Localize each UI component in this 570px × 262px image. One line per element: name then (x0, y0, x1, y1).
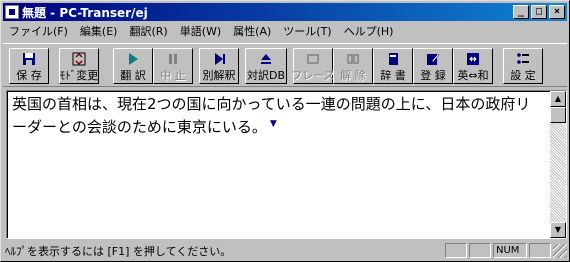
menu-file[interactable]: ファイル(F) (3, 23, 74, 39)
toolbar: 保 存 ﾓﾄﾞ変更 翻 訳 中 止 別解釈 対訳DB フレーズ 解 除 辞 書 … (3, 43, 567, 87)
close-button[interactable]: × (549, 5, 565, 19)
menu-edit[interactable]: 編集(E) (74, 23, 124, 39)
status-num: NUM (493, 243, 527, 258)
direction-button[interactable]: 英⇔和 (453, 48, 493, 84)
settings-button[interactable]: 設 定 (503, 48, 543, 84)
mode-icon (72, 52, 86, 66)
phrase-icon (307, 54, 319, 64)
status-pane-1 (445, 243, 467, 258)
scroll-thumb[interactable] (550, 107, 566, 123)
app-icon[interactable] (5, 5, 19, 19)
stop-button[interactable]: 中 止 (153, 48, 193, 84)
register-label: 登 録 (420, 69, 446, 82)
play-icon (129, 53, 138, 65)
title-bar[interactable]: 無題 - PC-Transer/ej _ □ × (3, 3, 567, 21)
translation-text-area[interactable]: 英国の首相は、現在2つの国に向かっている一連の問題の上に、日本の政府リーダーとの… (6, 90, 567, 239)
menu-bar: ファイル(F) 編集(E) 翻訳(R) 単語(W) 属性(A) ツール(T) ヘ… (3, 22, 567, 40)
menu-translate[interactable]: 翻訳(R) (123, 23, 173, 39)
mode-change-button[interactable]: ﾓﾄﾞ変更 (59, 48, 99, 84)
maximize-button[interactable]: □ (531, 5, 547, 19)
text-cursor-icon: ▼ (269, 119, 277, 129)
status-help-text: ﾍﾙﾌﾟを表示するには [F1] を押してください。 (5, 244, 232, 258)
register-button[interactable]: 登 録 (413, 48, 453, 84)
release-label: 解 除 (340, 69, 366, 82)
book-icon (389, 53, 398, 65)
minimize-button[interactable]: _ (513, 5, 529, 19)
save-button[interactable]: 保 存 (9, 48, 49, 84)
alt-translation-button[interactable]: 別解釈 (199, 48, 239, 84)
vertical-scrollbar[interactable]: ▲ ▼ (550, 91, 566, 238)
step-play-icon (215, 53, 225, 65)
floppy-disk-icon (23, 53, 35, 65)
save-label: 保 存 (16, 69, 42, 82)
document-text-block[interactable]: 英国の首相は、現在2つの国に向かっている一連の問題の上に、日本の政府リーダーとの… (12, 94, 542, 137)
document-text: 英国の首相は、現在2つの国に向かっている一連の問題の上に、日本の政府リーダーとの… (12, 95, 531, 136)
parallel-db-label: 対訳DB (246, 69, 286, 82)
app-window: 無題 - PC-Transer/ej _ □ × ファイル(F) 編集(E) 翻… (0, 0, 570, 262)
menu-word[interactable]: 単語(W) (174, 23, 227, 39)
settings-label: 設 定 (510, 69, 536, 82)
pause-icon (169, 54, 177, 64)
menu-attribute[interactable]: 属性(A) (227, 23, 277, 39)
status-bar: ﾍﾙﾌﾟを表示するには [F1] を押してください。 NUM (3, 241, 567, 260)
dictionary-label: 辞 書 (380, 69, 406, 82)
window-title: 無題 - PC-Transer/ej (22, 5, 148, 20)
status-pane-3 (529, 243, 551, 258)
menu-help[interactable]: ヘルプ(H) (338, 23, 400, 39)
scroll-up-button[interactable]: ▲ (550, 91, 566, 107)
eject-icon (261, 54, 271, 64)
translate-label: 翻 訳 (120, 69, 146, 82)
phrase-button[interactable]: フレーズ (291, 48, 335, 84)
settings-list-icon (517, 53, 529, 64)
resize-grip[interactable] (553, 243, 567, 258)
edit-icon (427, 53, 440, 65)
status-pane-2 (469, 243, 491, 258)
phrase-label: フレーズ (291, 69, 335, 82)
alt-translation-label: 別解釈 (202, 69, 236, 82)
mode-change-label: ﾓﾄﾞ変更 (59, 69, 99, 82)
menu-tools[interactable]: ツール(T) (277, 23, 337, 39)
scroll-down-button[interactable]: ▼ (550, 222, 566, 238)
parallel-db-button[interactable]: 対訳DB (245, 48, 287, 84)
release-button[interactable]: 解 除 (333, 48, 373, 84)
release-icon (347, 54, 359, 64)
direction-icon (467, 53, 479, 65)
direction-label: 英⇔和 (457, 69, 489, 82)
dictionary-button[interactable]: 辞 書 (373, 48, 413, 84)
translate-button[interactable]: 翻 訳 (113, 48, 153, 84)
stop-label: 中 止 (160, 69, 186, 82)
